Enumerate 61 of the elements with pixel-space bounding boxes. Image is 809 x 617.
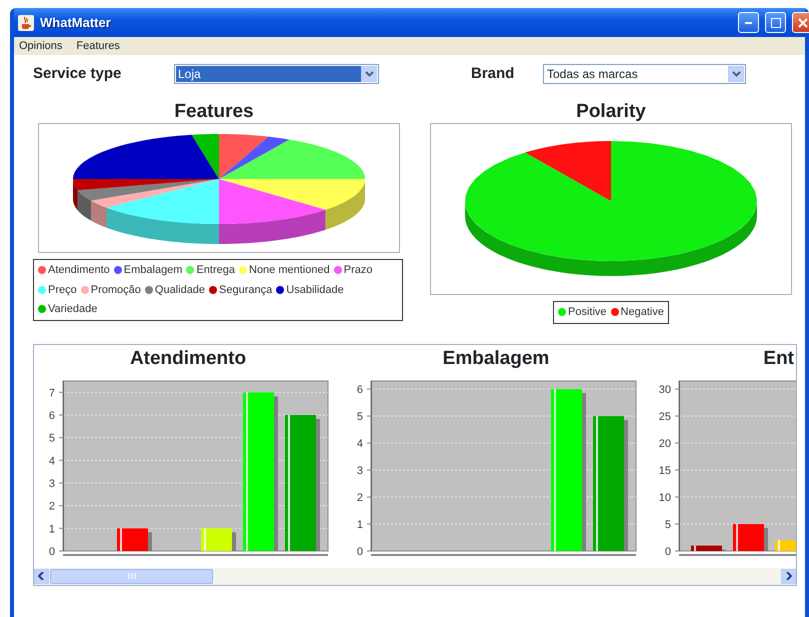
axis-tick-label: 15 [658, 464, 671, 477]
dropdown-field[interactable]: Todas as marcas [543, 64, 746, 84]
legend-label: Entrega [196, 263, 235, 278]
scroll-thumb[interactable] [50, 568, 213, 584]
horizontal-scrollbar[interactable] [34, 568, 796, 584]
axis-tick-label: 1 [356, 518, 363, 531]
close-icon [798, 18, 808, 28]
legend-label: Atendimento [48, 263, 110, 278]
close-button[interactable] [792, 12, 809, 33]
axis-tick-label: 6 [48, 410, 55, 422]
menu-item[interactable]: Features [75, 38, 121, 54]
maximize-button[interactable] [765, 12, 786, 33]
grip-icon [128, 573, 136, 579]
axis-tick-label: 0 [356, 546, 363, 558]
axis-tick-label: 10 [658, 492, 671, 504]
axis-tick-label: 4 [48, 454, 55, 467]
axis-tick-label: 5 [48, 432, 55, 444]
axis-tick-label: 5 [356, 410, 363, 423]
chevron-down-icon [732, 71, 740, 77]
legend-label: Prazo [344, 263, 372, 278]
minimize-icon [745, 22, 752, 24]
chart-title: Ent [762, 348, 795, 370]
scroll-right-button[interactable] [781, 568, 796, 584]
legend-label: Usabilidade [286, 282, 344, 298]
legend-label: Qualidade [154, 282, 206, 298]
chart-title: Features [173, 101, 255, 123]
axis-tick-label: 0 [664, 546, 671, 558]
legend-label: Embalagem [124, 263, 182, 278]
window-title: WhatMatter [40, 14, 111, 32]
legend-label: Variedade [48, 302, 98, 317]
chevron-down-icon [364, 71, 374, 77]
chart-title: Atendimento [128, 348, 248, 370]
minimize-button[interactable] [738, 12, 759, 33]
axis-tick-label: 0 [48, 546, 55, 558]
axis-tick-label: 30 [658, 384, 671, 396]
dropdown-field[interactable]: Loja [174, 64, 379, 84]
legend-label: Positive [568, 305, 607, 320]
java-cup-icon [18, 14, 34, 30]
field-label: Brand [471, 64, 516, 84]
chart-title: Polarity [575, 101, 647, 123]
legend-label: None mentioned [249, 263, 330, 278]
legend-label: Segurança [219, 282, 272, 298]
axis-tick-label: 5 [664, 518, 671, 531]
legend-label: Promoção [90, 282, 141, 298]
field-label: Service type [33, 64, 122, 84]
axis-tick-label: 4 [356, 438, 363, 450]
maximize-icon [770, 18, 780, 28]
axis-tick-label: 6 [356, 384, 363, 396]
axis-tick-label: 20 [658, 438, 671, 450]
axis-tick-label: 7 [48, 386, 55, 399]
scroll-left-button[interactable] [34, 568, 49, 584]
axis-tick-label: 25 [658, 410, 671, 423]
legend-label: Preço [48, 282, 77, 298]
axis-tick-label: 3 [48, 478, 55, 490]
legend-label: Negative [620, 305, 664, 320]
axis-tick-label: 2 [356, 492, 363, 504]
menu-item[interactable]: Opinions [18, 38, 64, 54]
chart-title: Embalagem [442, 348, 550, 370]
axis-tick-label: 2 [48, 500, 55, 512]
axis-tick-label: 3 [356, 464, 363, 477]
axis-tick-label: 1 [48, 522, 55, 535]
